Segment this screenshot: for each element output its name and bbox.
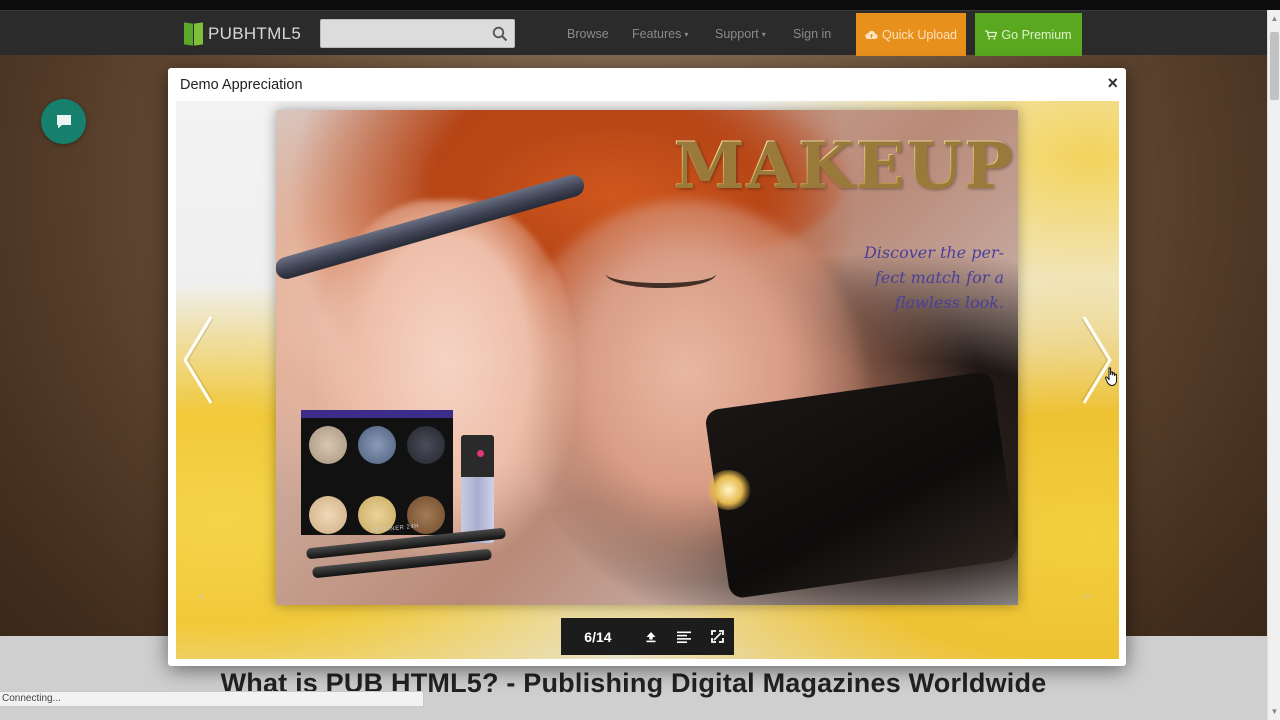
book-logo-icon (184, 22, 204, 46)
demo-modal: Demo Appreciation × ARTLINER 24H MAKEUP … (168, 68, 1126, 666)
page-toolbar: 6/14 (561, 618, 734, 655)
page-photo-compact (704, 370, 1018, 600)
nav-browse-link[interactable]: Browse (567, 27, 609, 41)
close-icon[interactable]: × (1107, 73, 1118, 94)
page-indicator: 6/14 (584, 628, 612, 645)
chevron-down-icon: ▾ (761, 30, 766, 39)
window-top-strip (0, 0, 1280, 10)
modal-title: Demo Appreciation (180, 77, 303, 93)
scroll-down-arrow-icon[interactable]: ▼ (1270, 707, 1279, 716)
chevron-right-icon[interactable] (1078, 315, 1118, 405)
search-icon[interactable] (492, 26, 508, 42)
scroll-up-arrow-icon[interactable]: ▲ (1270, 14, 1279, 23)
page-photo-eye (606, 260, 716, 288)
magazine-title: MAKEUP (673, 128, 1014, 203)
fullscreen-icon (711, 630, 724, 643)
browser-status-bar: Connecting... (0, 691, 424, 707)
magazine-tagline: Discover the per- fect match for a flawl… (863, 243, 1004, 312)
search-box (320, 19, 515, 48)
cloud-upload-icon (865, 30, 878, 39)
go-premium-button[interactable]: Go Premium (975, 13, 1082, 56)
logo-text: PUBHTML5 (208, 24, 302, 43)
top-navbar: PUBHTML5 Browse Features ▾ Support ▾ Sign … (0, 10, 1267, 56)
fullscreen-button[interactable] (701, 618, 734, 655)
table-of-contents-icon (677, 631, 692, 643)
double-chevron-left-icon[interactable]: « (198, 589, 204, 603)
flipbook-viewer: ARTLINER 24H MAKEUP Discover the per- fe… (176, 101, 1119, 659)
page-scrollbar[interactable]: ▲ ▼ (1267, 10, 1280, 720)
eyeshadow-palette-image (301, 410, 453, 535)
table-of-contents-button[interactable] (668, 618, 701, 655)
page-photo-highlight (706, 470, 751, 510)
magazine-page[interactable]: ARTLINER 24H MAKEUP Discover the per- fe… (276, 110, 1018, 605)
chevron-down-icon: ▾ (684, 30, 689, 39)
scroll-thumb[interactable] (1270, 32, 1279, 100)
chat-button[interactable] (41, 99, 86, 144)
nav-features-link[interactable]: Features ▾ (632, 27, 688, 41)
cart-icon (985, 29, 998, 40)
nav-signin-link[interactable]: Sign in (793, 27, 831, 41)
quick-upload-button[interactable]: Quick Upload (856, 13, 966, 56)
chevron-left-icon[interactable] (181, 315, 221, 405)
hand-cursor-icon (1105, 367, 1118, 386)
double-chevron-right-icon[interactable]: » (1084, 589, 1090, 603)
first-page-icon (646, 631, 656, 642)
nav-support-link[interactable]: Support ▾ (715, 27, 766, 41)
search-input[interactable] (321, 20, 486, 47)
chat-icon (56, 114, 71, 128)
first-page-button[interactable] (635, 618, 668, 655)
site-logo[interactable]: PUBHTML5 (184, 22, 301, 46)
